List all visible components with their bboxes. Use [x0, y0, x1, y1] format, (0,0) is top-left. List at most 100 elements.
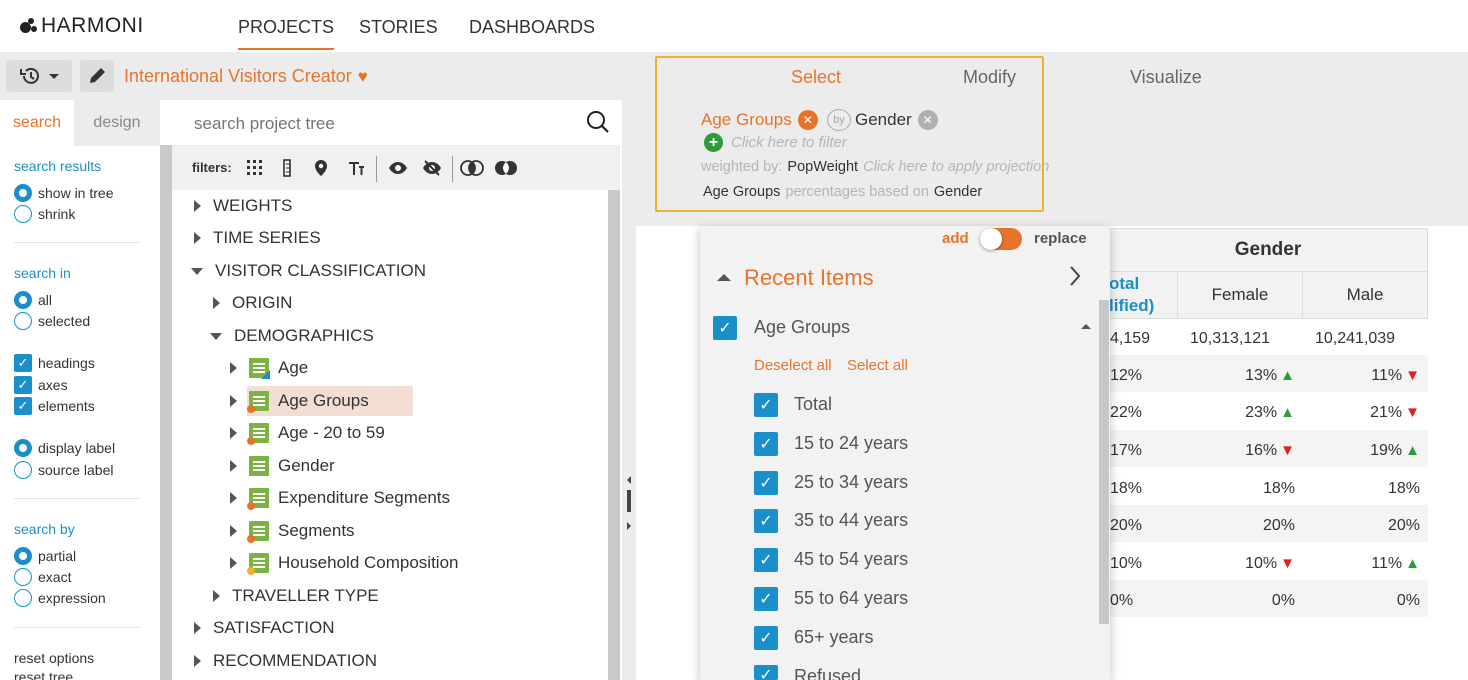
search-icon[interactable]	[586, 110, 610, 134]
tree-node-age-20-59[interactable]: Age - 20 to 59	[230, 419, 385, 447]
check-elements[interactable]: ✓ elements	[14, 397, 95, 415]
category-checkbox[interactable]: ✓	[754, 548, 778, 573]
replace-mode-label[interactable]: replace	[1034, 230, 1087, 247]
tree-node-household-composition[interactable]: Household Composition	[230, 549, 459, 577]
table-cell[interactable]: 13% ▲	[1180, 367, 1295, 385]
tree-node-recommendation[interactable]: RECOMMENDATION	[194, 647, 377, 675]
table-cell[interactable]: 0%	[1180, 592, 1295, 610]
table-cell[interactable]: 18%	[1305, 480, 1420, 498]
table-cell[interactable]: 4,159	[1110, 330, 1150, 348]
table-cell[interactable]: 20%	[1305, 517, 1420, 535]
recent-items-heading[interactable]: Recent Items	[744, 265, 874, 291]
table-cell[interactable]: 20%	[1180, 517, 1295, 535]
tab-search[interactable]: search	[0, 100, 74, 146]
table-cell[interactable]: 22%	[1110, 404, 1150, 422]
tree-node-time-series[interactable]: TIME SERIES	[194, 224, 321, 252]
splitter-handle-icon[interactable]	[625, 472, 633, 536]
tree-node-age[interactable]: Age	[230, 354, 308, 382]
eye-off-icon[interactable]	[422, 159, 442, 177]
tree-node-origin[interactable]: ORIGIN	[213, 289, 292, 317]
category-checkbox[interactable]: ✓	[754, 664, 778, 680]
expand-arrow-icon[interactable]	[213, 297, 220, 309]
expand-arrow-icon[interactable]	[230, 460, 237, 472]
collapse-up-icon[interactable]	[716, 272, 732, 282]
text-filter-icon[interactable]	[347, 159, 365, 177]
table-cell[interactable]: 0%	[1110, 592, 1150, 610]
table-cell[interactable]: 19% ▲	[1305, 442, 1420, 460]
table-cell[interactable]: 10% ▼	[1180, 555, 1295, 573]
check-axes[interactable]: ✓ axes	[14, 376, 68, 394]
category-checkbox[interactable]: ✓	[754, 509, 778, 534]
category-checkbox[interactable]: ✓	[754, 625, 778, 650]
tree-node-expenditure-segments[interactable]: Expenditure Segments	[230, 484, 450, 512]
category-label[interactable]: Refused	[794, 666, 861, 680]
left-panel-scrollbar[interactable]	[160, 145, 172, 680]
eye-icon[interactable]	[388, 159, 408, 177]
expand-arrow-icon[interactable]	[194, 232, 201, 244]
tree-node-visitor-classification[interactable]: VISITOR CLASSIFICATION	[188, 257, 426, 285]
table-cell[interactable]: 0%	[1305, 592, 1420, 610]
tree-node-weights[interactable]: WEIGHTS	[194, 192, 292, 220]
category-checkbox[interactable]: ✓	[754, 470, 778, 495]
overlap-circles-icon[interactable]	[460, 159, 484, 177]
nav-projects[interactable]: PROJECTS	[238, 17, 335, 50]
tree-node-demographics[interactable]: DEMOGRAPHICS	[207, 322, 374, 350]
category-label[interactable]: 15 to 24 years	[794, 433, 908, 454]
expand-arrow-icon[interactable]	[230, 427, 237, 439]
ruler-filter-icon[interactable]	[278, 159, 296, 177]
category-label[interactable]: 25 to 34 years	[794, 472, 908, 493]
add-replace-toggle[interactable]	[980, 228, 1022, 250]
tab-visualize[interactable]: Visualize	[1130, 67, 1202, 88]
category-label[interactable]: 55 to 64 years	[794, 588, 908, 609]
table-cell[interactable]: 16% ▼	[1180, 442, 1295, 460]
radio-show-in-tree[interactable]: show in tree	[14, 184, 113, 202]
tree-node-gender[interactable]: Gender	[230, 452, 335, 480]
collapse-arrow-icon[interactable]	[210, 332, 222, 340]
category-label[interactable]: 65+ years	[794, 627, 874, 648]
nav-stories[interactable]: STORIES	[359, 17, 438, 38]
location-filter-icon[interactable]	[312, 159, 330, 177]
edit-button[interactable]	[80, 60, 114, 92]
age-groups-checkbox[interactable]: ✓	[713, 316, 737, 340]
tree-scrollbar[interactable]	[608, 190, 620, 680]
category-checkbox[interactable]: ✓	[754, 587, 778, 611]
table-cell[interactable]: 10,313,121	[1190, 330, 1300, 348]
table-cell[interactable]: 23% ▲	[1180, 404, 1295, 422]
check-headings[interactable]: ✓ headings	[14, 354, 95, 372]
tree-node-segments[interactable]: Segments	[230, 517, 355, 545]
history-button[interactable]	[6, 60, 72, 92]
expand-arrow-icon[interactable]	[230, 395, 237, 407]
expand-arrow-icon[interactable]	[194, 655, 201, 667]
table-cell[interactable]: 10%	[1110, 555, 1150, 573]
radio-partial[interactable]: partial	[14, 547, 76, 565]
table-cell[interactable]: 18%	[1180, 480, 1295, 498]
harmoni-logo[interactable]: HARMONI	[18, 14, 144, 38]
radio-display-label[interactable]: display label	[14, 439, 115, 457]
expand-arrow-icon[interactable]	[230, 557, 237, 569]
table-cell[interactable]: 17%	[1110, 442, 1150, 460]
expand-arrow-icon[interactable]	[194, 200, 201, 212]
category-checkbox[interactable]: ✓	[754, 393, 778, 417]
table-cell[interactable]: 10,241,039	[1315, 330, 1425, 348]
table-cell[interactable]: 20%	[1110, 517, 1150, 535]
category-checkbox[interactable]: ✓	[754, 431, 778, 456]
radio-shrink[interactable]: shrink	[14, 205, 75, 223]
expand-arrow-icon[interactable]	[230, 525, 237, 537]
radio-expression[interactable]: expression	[14, 589, 106, 607]
tree-node-age-groups[interactable]: Age Groups	[230, 387, 369, 415]
radio-all[interactable]: all	[14, 291, 52, 309]
tree-search-input[interactable]	[194, 112, 574, 136]
chevron-right-icon[interactable]	[1068, 264, 1082, 288]
expand-arrow-icon[interactable]	[230, 492, 237, 504]
panel-splitter[interactable]	[622, 100, 636, 680]
dropdown-scrollbar[interactable]	[1099, 300, 1109, 624]
heart-icon[interactable]: ♥	[358, 67, 368, 86]
table-cell[interactable]: 18%	[1110, 480, 1150, 498]
reset-tree-link[interactable]: reset tree	[14, 669, 73, 680]
category-label[interactable]: 45 to 54 years	[794, 549, 908, 570]
table-cell[interactable]: 11% ▲	[1305, 555, 1420, 573]
expand-arrow-icon[interactable]	[230, 362, 237, 374]
expand-arrow-icon[interactable]	[213, 590, 220, 602]
expand-arrow-icon[interactable]	[194, 622, 201, 634]
exclusive-circles-icon[interactable]	[494, 159, 518, 177]
